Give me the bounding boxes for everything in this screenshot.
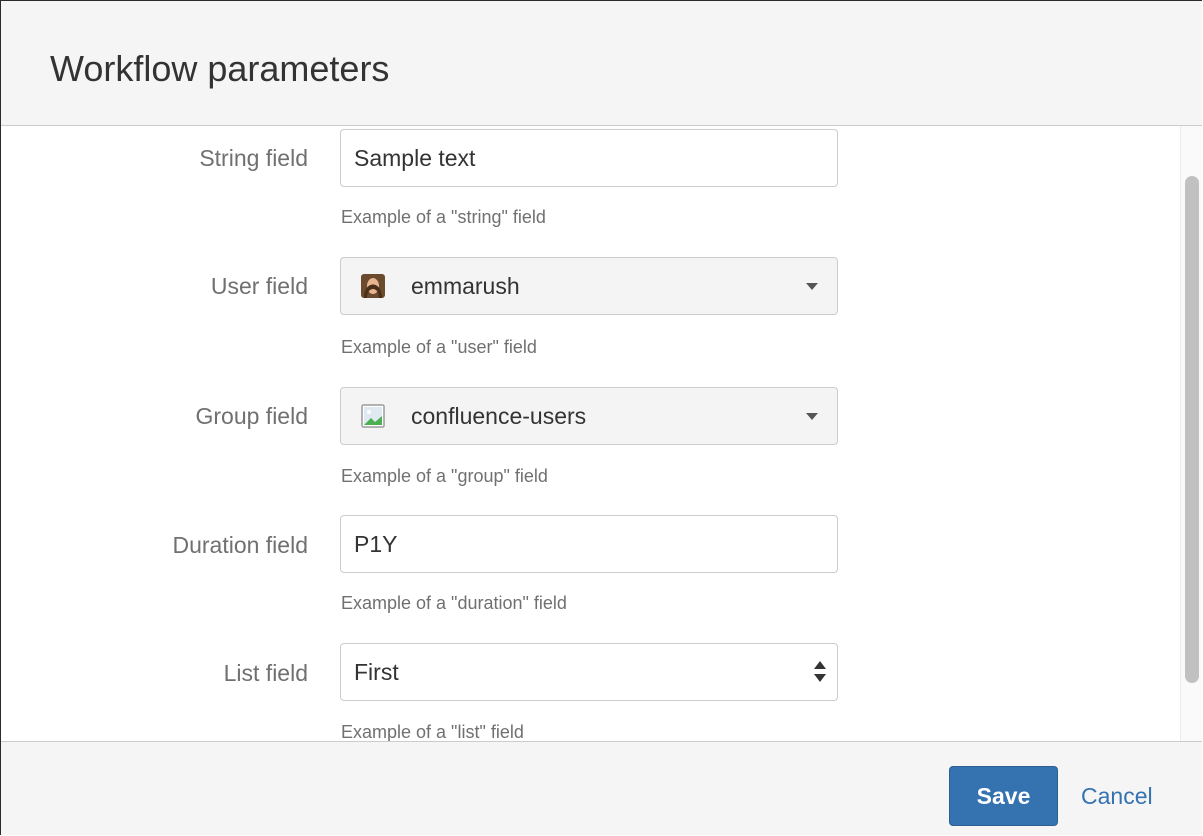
chevron-down-icon [806,283,818,290]
scrollbar-thumb[interactable] [1185,176,1199,683]
dialog-title: Workflow parameters [50,48,390,89]
user-field-select[interactable]: emmarush [340,257,838,315]
user-field-label: User field [210,273,308,299]
dialog-footer: Save Cancel [1,741,1202,835]
workflow-parameters-dialog: Workflow parameters String field Sample … [0,0,1202,835]
list-field-label: List field [223,660,308,686]
up-down-arrows-icon [814,661,826,685]
dialog-header: Workflow parameters [1,1,1202,126]
group-field-value: confluence-users [411,403,587,429]
list-field-select[interactable]: First [340,643,838,701]
group-image-icon [361,404,385,428]
dialog-body[interactable]: String field Sample text Example of a "s… [1,126,1202,741]
group-field-label: Group field [195,403,308,429]
save-button[interactable]: Save [949,766,1058,826]
list-field-help: Example of a "list" field [341,722,524,741]
chevron-down-icon [806,413,818,420]
group-field-select[interactable]: confluence-users [340,387,838,445]
duration-field-label: Duration field [172,532,308,558]
group-field-help: Example of a "group" field [341,466,548,486]
user-avatar-icon [361,274,385,298]
string-field-label: String field [199,145,308,171]
list-field-value: First [354,659,399,685]
duration-field-help: Example of a "duration" field [341,593,567,613]
duration-field-input[interactable]: P1Y [340,515,838,573]
string-field-help: Example of a "string" field [341,207,546,227]
cancel-link[interactable]: Cancel [1081,766,1153,826]
user-field-help: Example of a "user" field [341,337,537,357]
user-field-value: emmarush [411,273,520,299]
string-field-input[interactable]: Sample text [340,129,838,187]
